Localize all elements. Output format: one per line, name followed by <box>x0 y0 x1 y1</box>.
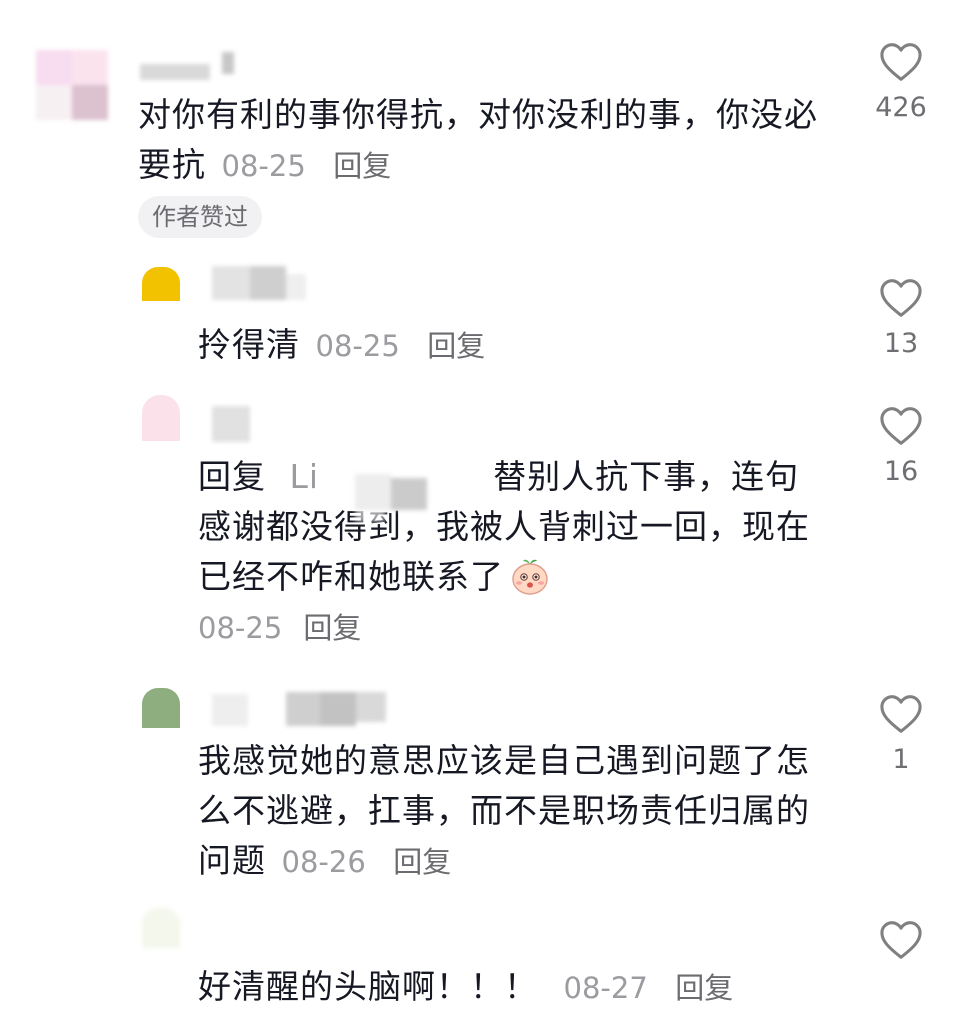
heart-outline-icon[interactable] <box>871 406 931 446</box>
avatar[interactable] <box>142 395 180 441</box>
comment-body: 拎得清 <box>198 325 300 364</box>
like-count: 13 <box>883 328 919 359</box>
comment-text-5: 好清醒的头脑啊！！！ 08-27 回复 <box>198 962 818 1013</box>
reply-to-username[interactable]: Li <box>290 457 320 496</box>
like-button-5[interactable] <box>871 920 931 960</box>
comment-body: 好清醒的头脑啊！！！ <box>198 967 538 1006</box>
comment-date: 08-25 <box>315 329 400 363</box>
like-button-2[interactable]: 13 <box>871 278 931 359</box>
comment-date: 08-25 <box>221 149 306 183</box>
heart-outline-icon[interactable] <box>871 42 931 82</box>
author-liked-badge: 作者赞过 <box>138 196 262 238</box>
reply-button[interactable]: 回复 <box>427 329 485 363</box>
comment-date: 08-27 <box>563 971 648 1005</box>
username-redacted[interactable] <box>212 264 322 304</box>
avatar[interactable] <box>142 688 180 728</box>
avatar[interactable] <box>142 908 180 948</box>
reply-button[interactable]: 回复 <box>333 149 391 183</box>
comment-date: 08-25 <box>198 611 283 645</box>
comment-text-3: 回复 Li 替别人抗下事，连句感谢都没得到，我被人背刺过一回，现在已经不咋和她联系… <box>198 452 818 610</box>
comment-date: 08-26 <box>281 845 366 879</box>
avatar[interactable] <box>36 50 108 120</box>
reply-button[interactable]: 回复 <box>393 845 451 879</box>
username-redacted[interactable] <box>140 50 240 80</box>
avatar[interactable] <box>142 267 180 301</box>
comment-4: 我感觉她的意思应该是自己遇到问题了怎么不逃避，扛事，而不是职场责任归属的问题 0… <box>0 680 960 900</box>
like-count: 16 <box>883 456 919 487</box>
comment-meta-3: 08-25 回复 <box>198 608 361 653</box>
comment-1: 对你有利的事你得抗，对你没利的事，你没必要抗 08-25 回复 作者赞过 426 <box>0 0 960 250</box>
username-redacted[interactable] <box>212 688 392 728</box>
comment-3: 回复 Li 替别人抗下事，连句感谢都没得到，我被人背刺过一回，现在已经不咋和她联系… <box>0 380 960 680</box>
heart-outline-icon[interactable] <box>871 278 931 318</box>
like-button-4[interactable]: 1 <box>871 694 931 775</box>
blushing-face-emoji <box>510 556 550 610</box>
reply-button[interactable]: 回复 <box>675 971 733 1005</box>
comment-2: 拎得清 08-25 回复 13 <box>0 250 960 380</box>
reply-button[interactable]: 回复 <box>303 611 361 645</box>
comment-text-4: 我感觉她的意思应该是自己遇到问题了怎么不逃避，扛事，而不是职场责任归属的问题 0… <box>198 736 818 887</box>
comment-5: 好清醒的头脑啊！！！ 08-27 回复 <box>0 900 960 1024</box>
like-button-1[interactable]: 426 <box>871 42 931 123</box>
heart-outline-icon[interactable] <box>871 694 931 734</box>
comment-text-2: 拎得清 08-25 回复 <box>198 320 818 371</box>
heart-outline-icon[interactable] <box>871 920 931 960</box>
redacted-overlay <box>355 462 465 522</box>
reply-prefix: 回复 <box>198 457 266 496</box>
comment-text-1: 对你有利的事你得抗，对你没利的事，你没必要抗 08-25 回复 <box>138 90 828 191</box>
like-button-3[interactable]: 16 <box>871 406 931 487</box>
like-count: 426 <box>875 92 927 123</box>
username-redacted[interactable] <box>212 406 250 442</box>
like-count: 1 <box>892 744 910 775</box>
